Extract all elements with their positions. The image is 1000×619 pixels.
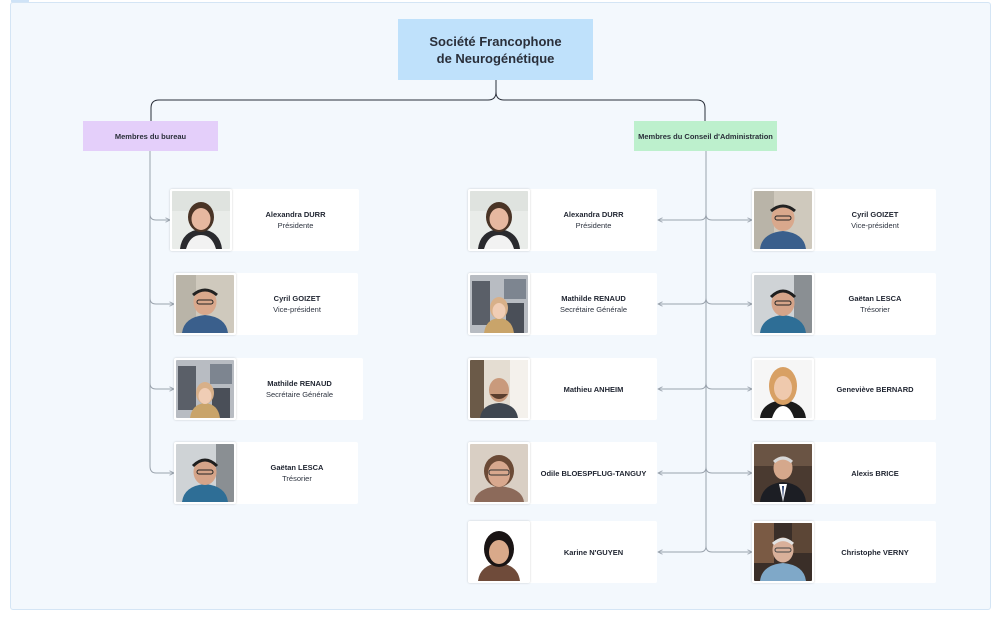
member-name: Alexis BRICE [851,468,899,478]
member-photo [752,521,814,583]
member-name: Karine N'GUYEN [563,547,624,557]
member-card[interactable]: Alexis BRICE [752,442,936,504]
person-portrait-icon [470,360,528,418]
member-photo [752,273,814,335]
member-photo [174,273,236,335]
member-card[interactable]: Cyril GOIZET Vice-président [752,189,936,251]
organization-title-box[interactable]: Société Francophone de Neurogénétique [398,19,593,80]
person-portrait-icon [176,360,234,418]
person-portrait-icon [172,191,230,249]
group-bureau-box[interactable]: Membres du bureau [83,121,218,151]
member-photo [468,189,530,251]
member-name: Geneviève BERNARD [836,384,914,394]
member-card[interactable]: Mathilde RENAUD Secrétaire Générale [174,358,363,420]
member-card[interactable]: Geneviève BERNARD [752,358,936,420]
member-name: Christophe VERNY [841,547,909,557]
member-name: Cyril GOIZET [273,294,321,303]
member-name: Cyril GOIZET [851,210,899,219]
person-portrait-icon [470,275,528,333]
member-role: Vice-président [851,221,899,230]
member-card[interactable]: Alexandra DURR Présidente [170,189,359,251]
person-portrait-icon [176,444,234,502]
member-card[interactable]: Mathilde RENAUD Secrétaire Générale [468,273,657,335]
member-card[interactable]: Mathieu ANHEIM [468,358,657,420]
member-role: Présidente [575,221,612,230]
member-name: Alexandra DURR [563,210,624,219]
member-role: Présidente [277,221,314,230]
member-photo [468,358,530,420]
person-portrait-icon [176,275,234,333]
member-card[interactable]: Gaëtan LESCA Trésorier [752,273,936,335]
member-card[interactable]: Gaëtan LESCA Trésorier [174,442,358,504]
person-portrait-icon [470,191,528,249]
member-photo [174,358,236,420]
member-role: Trésorier [860,305,890,314]
member-card[interactable]: Cyril GOIZET Vice-président [174,273,358,335]
member-card[interactable]: Alexandra DURR Présidente [468,189,657,251]
member-photo [468,442,530,504]
member-card[interactable]: Odile BLOESPFLUG-TANGUY [468,442,657,504]
member-name: Gaëtan LESCA [270,463,324,472]
member-photo [468,521,530,583]
member-photo [170,189,232,251]
member-name: Gaëtan LESCA [848,294,902,303]
member-card[interactable]: Karine N'GUYEN [468,521,657,583]
person-portrait-icon [470,444,528,502]
member-photo [174,442,236,504]
person-portrait-icon [754,275,812,333]
member-name: Mathieu ANHEIM [563,384,624,394]
person-portrait-icon [470,523,528,581]
person-portrait-icon [754,523,812,581]
person-portrait-icon [754,191,812,249]
group-conseil-box[interactable]: Membres du Conseil d'Administration [634,121,777,151]
member-photo [752,358,814,420]
member-name: Alexandra DURR [265,210,326,219]
organization-title-line-1: Société Francophone [429,33,562,49]
member-name: Mathilde RENAUD [267,379,332,388]
member-photo [752,189,814,251]
member-role: Trésorier [282,474,312,483]
member-card[interactable]: Christophe VERNY [752,521,936,583]
member-name: Mathilde RENAUD [561,294,626,303]
member-name: Odile BLOESPFLUG-TANGUY [540,468,647,478]
member-role: Secrétaire Générale [559,305,628,314]
person-portrait-icon [754,360,812,418]
member-role: Secrétaire Générale [265,390,334,399]
person-portrait-icon [754,444,812,502]
member-photo [752,442,814,504]
organization-title-line-2: de Neurogénétique [436,50,555,66]
member-role: Vice-président [273,305,321,314]
member-photo [468,273,530,335]
